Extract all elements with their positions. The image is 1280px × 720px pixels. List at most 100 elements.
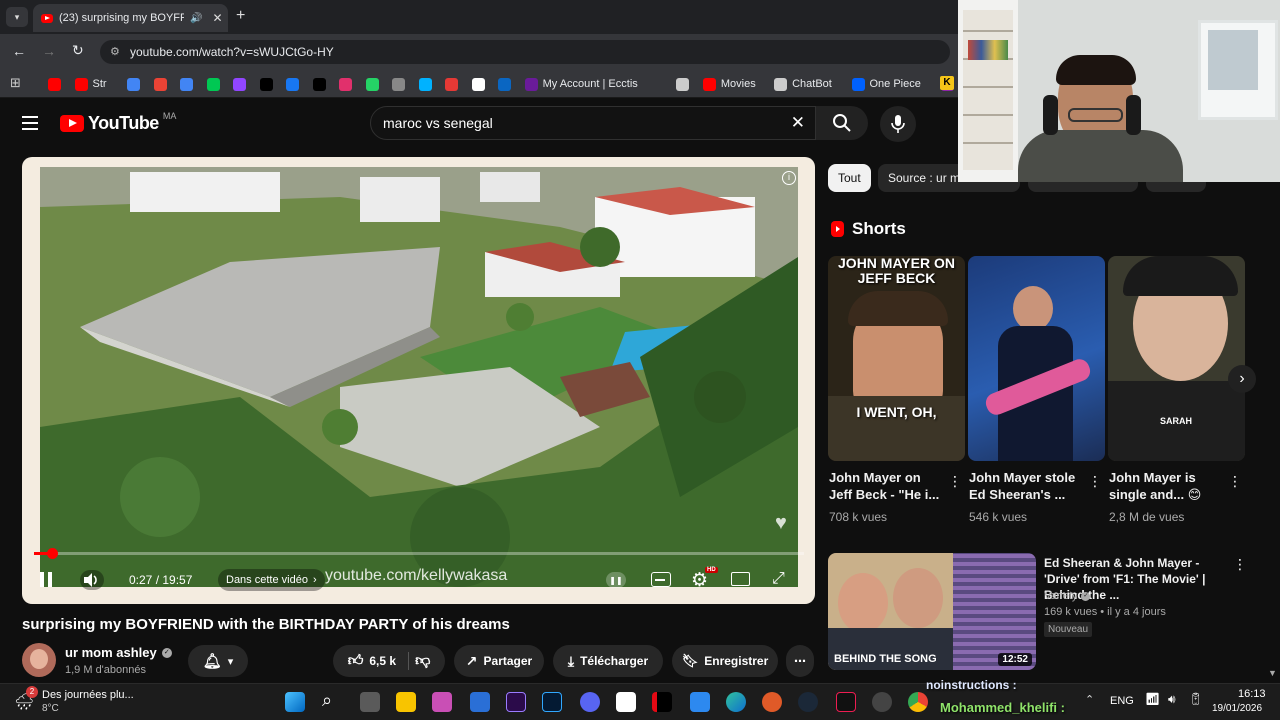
short-card-2[interactable] (968, 256, 1105, 461)
progress-scrubber[interactable] (46, 548, 58, 559)
channel-name[interactable]: ur mom ashley (65, 645, 157, 660)
recommended-channel-row[interactable]: Variety ✓ (1044, 590, 1091, 602)
bookmark-item-4[interactable] (153, 76, 167, 92)
chapter-button[interactable]: Dans cette vidéo › (218, 569, 325, 591)
bookmark-item-9[interactable] (286, 76, 300, 92)
tab-list-button[interactable]: ▾ (6, 7, 28, 27)
bookmark-item-5[interactable] (180, 76, 194, 92)
recommended-channel[interactable]: Variety (1044, 590, 1077, 602)
bookmark-item-1[interactable] (48, 76, 61, 92)
share-button[interactable]: ↗ Partager (454, 645, 544, 677)
url-field[interactable]: ⚙ youtube.com/watch?v=sWUJCtGo-HY (100, 40, 950, 64)
shorts-next-button[interactable]: › (1228, 365, 1256, 393)
video-frame[interactable]: i ♥ youtube.com/kellywakasa (40, 167, 798, 587)
pause-button[interactable] (40, 572, 54, 587)
apps-grid-icon[interactable]: ⊞ (10, 75, 21, 91)
progress-bar[interactable] (34, 548, 804, 559)
browser-tab[interactable]: (23) surprising my BOYFRIEND with 🔊 ✕ (33, 4, 228, 32)
bookmark-item-6[interactable] (206, 76, 220, 92)
snipping-tool-icon[interactable] (432, 692, 452, 712)
task-view-icon[interactable] (360, 692, 380, 712)
autoplay-toggle[interactable]: ❚❚ (606, 572, 626, 588)
bookmark-item-8[interactable] (259, 76, 273, 92)
chip-all[interactable]: Tout (828, 164, 871, 192)
search-icon[interactable]: ⌕ (322, 690, 332, 711)
weather-widget[interactable]: 🌧︎ 2 Des journées plu... 8°C (14, 686, 144, 718)
download-button[interactable]: ⤓ Télécharger (553, 645, 663, 677)
clock-time[interactable]: 16:13 (1238, 688, 1266, 700)
tiktok-icon[interactable] (836, 692, 856, 712)
photoshop-icon[interactable] (542, 692, 562, 712)
language-indicator[interactable]: ENG (1110, 695, 1134, 707)
short-3-title[interactable]: John Mayer is single and... 😊 (1109, 469, 1224, 503)
chrome-icon[interactable] (908, 692, 928, 712)
short-1-title[interactable]: John Mayer on Jeff Beck - "He i... (829, 469, 944, 503)
settings-button[interactable]: ⚙ HD (691, 567, 718, 592)
netflix-icon[interactable] (652, 692, 672, 712)
fullscreen-button[interactable]: ⤢ (772, 570, 785, 588)
recommended-video-thumbnail[interactable]: BEHIND THE SONG 12:52 (828, 553, 1036, 670)
save-button[interactable]: 🔖︎ Enregistrer (672, 645, 778, 677)
bookmark-item-15[interactable] (445, 76, 459, 92)
tab-close-icon[interactable]: ✕ (212, 11, 222, 25)
bookmark-item-7[interactable] (233, 76, 247, 92)
bookmark-item-16[interactable] (471, 76, 485, 92)
app-red-icon[interactable] (872, 692, 892, 712)
youtube-logo[interactable]: YouTube MA (60, 111, 176, 134)
more-actions-button[interactable]: ⋯ (786, 645, 814, 677)
menu-icon[interactable] (22, 116, 38, 130)
new-tab-button[interactable]: + (236, 7, 245, 25)
bookmark-item-14[interactable] (418, 76, 432, 92)
back-icon[interactable]: ← (12, 43, 26, 59)
bookmark-item-21[interactable]: ChatBot (774, 76, 832, 92)
scroll-down-arrow[interactable]: ▼ (1268, 668, 1277, 678)
site-info-icon[interactable]: ⚙ (110, 45, 120, 58)
calendar-app-icon[interactable] (690, 692, 710, 712)
short-1-menu-icon[interactable]: ⋮ (948, 473, 962, 490)
speaker-icon[interactable]: 🔊︎ (1168, 692, 1176, 707)
bookmark-k-icon[interactable]: K (940, 76, 954, 90)
wifi-icon[interactable]: 📶︎ (1145, 692, 1160, 706)
video-info-icon[interactable]: i (782, 171, 796, 185)
bookmark-item-22[interactable]: One Piece (851, 76, 921, 92)
clock-date[interactable]: 19/01/2026 (1212, 703, 1262, 714)
forward-icon[interactable]: → (42, 43, 56, 59)
bookmark-item-10[interactable] (312, 76, 326, 92)
short-3-menu-icon[interactable]: ⋮ (1228, 473, 1242, 490)
like-button[interactable]: 👍︎ 6,5 k (348, 652, 410, 670)
short-card-3[interactable]: SARAH (1108, 256, 1245, 461)
bookmark-item-2[interactable]: Str (74, 76, 107, 92)
microsoft-store-icon[interactable] (470, 692, 490, 712)
bookmark-item-19[interactable] (676, 76, 690, 92)
bookmark-item-18[interactable]: My Account | Ecctis (524, 76, 638, 92)
clear-search-icon[interactable]: ✕ (791, 113, 805, 133)
short-card-1[interactable]: JOHN MAYER ON JEFF BECK I WENT, OH, (828, 256, 965, 461)
channel-avatar[interactable] (22, 643, 56, 677)
recommended-menu-icon[interactable]: ⋮ (1233, 556, 1247, 573)
premiere-pro-icon[interactable] (506, 692, 526, 712)
volume-button[interactable] (80, 570, 104, 590)
voice-recorder-icon[interactable] (762, 692, 782, 712)
tray-overflow-icon[interactable]: ⌃ (1085, 693, 1094, 706)
start-menu-icon[interactable] (285, 692, 305, 712)
channel-name-row[interactable]: ur mom ashley ✓ (65, 645, 172, 660)
notification-bell-button[interactable]: 🔔︎ ▾ (188, 645, 248, 677)
bookmark-item-13[interactable] (392, 76, 406, 92)
voice-search-button[interactable] (880, 106, 916, 142)
bookmark-item-3[interactable] (127, 76, 141, 92)
file-explorer-icon[interactable] (396, 692, 416, 712)
capcut-icon[interactable] (616, 692, 636, 712)
search-input[interactable]: maroc vs senegal ✕ (370, 106, 816, 140)
bookmark-item-12[interactable] (365, 76, 379, 92)
short-2-menu-icon[interactable]: ⋮ (1088, 473, 1102, 490)
bookmark-item-11[interactable] (339, 76, 353, 92)
discord-icon[interactable] (580, 692, 600, 712)
edge-icon[interactable] (726, 692, 746, 712)
tab-audio-icon[interactable]: 🔊 (190, 13, 202, 24)
short-2-title[interactable]: John Mayer stole Ed Sheeran's ... (969, 469, 1084, 503)
search-button[interactable] (816, 106, 868, 140)
reload-icon[interactable]: ↻ (72, 42, 84, 59)
steam-icon[interactable] (798, 692, 818, 712)
battery-icon[interactable]: 🔋︎ (1188, 692, 1203, 706)
bookmark-item-20[interactable]: Movies (702, 76, 756, 92)
